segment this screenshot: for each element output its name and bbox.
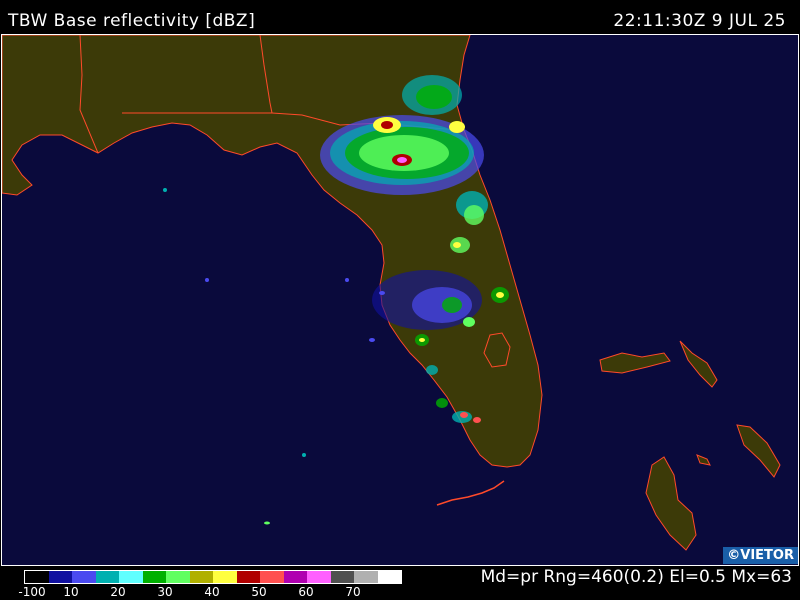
legend-swatch [354, 571, 378, 583]
legend-swatch [25, 571, 49, 583]
footer-bar: -100 10 20 30 40 50 60 70 Md=pr Rng=460(0.2) El… [0, 566, 800, 600]
legend-swatch [72, 571, 96, 583]
legend-swatch [189, 571, 213, 583]
legend-swatch [213, 571, 237, 583]
legend-swatch [377, 571, 401, 583]
legend-tick-label: 70 [345, 585, 361, 599]
legend-swatch [95, 571, 119, 583]
legend-tick-label: 40 [204, 585, 220, 599]
legend-swatch [166, 571, 190, 583]
legend-swatch [236, 571, 260, 583]
scan-parameters: Md=pr Rng=460(0.2) El=0.5 Mx=63 [480, 567, 792, 587]
legend-swatch [119, 571, 143, 583]
legend-swatch [283, 571, 307, 583]
color-legend [24, 570, 402, 584]
product-title: TBW Base reflectivity [dBZ] [8, 11, 256, 31]
legend-swatch [142, 571, 166, 583]
legend-tick-label: 10 [63, 585, 79, 599]
legend-swatch [260, 571, 284, 583]
credit-badge: ©VIETOR [723, 547, 798, 564]
legend-tick-label: -100 [18, 585, 46, 599]
header-bar: TBW Base reflectivity [dBZ] 22:11:30Z 9 … [0, 0, 800, 34]
scan-timestamp: 22:11:30Z 9 JUL 25 [613, 11, 786, 31]
legend-swatch [48, 571, 72, 583]
legend-swatch [330, 571, 354, 583]
legend-tick-label: 60 [298, 585, 314, 599]
radar-map[interactable] [1, 34, 799, 566]
legend-swatch [307, 571, 331, 583]
legend-tick-label: 30 [157, 585, 173, 599]
legend-tick-labels: -100 10 20 30 40 50 60 70 [0, 585, 480, 599]
legend-tick-label: 20 [110, 585, 126, 599]
map-svg [2, 35, 798, 565]
legend-tick-label: 50 [251, 585, 267, 599]
radar-display: TBW Base reflectivity [dBZ] 22:11:30Z 9 … [0, 0, 800, 600]
